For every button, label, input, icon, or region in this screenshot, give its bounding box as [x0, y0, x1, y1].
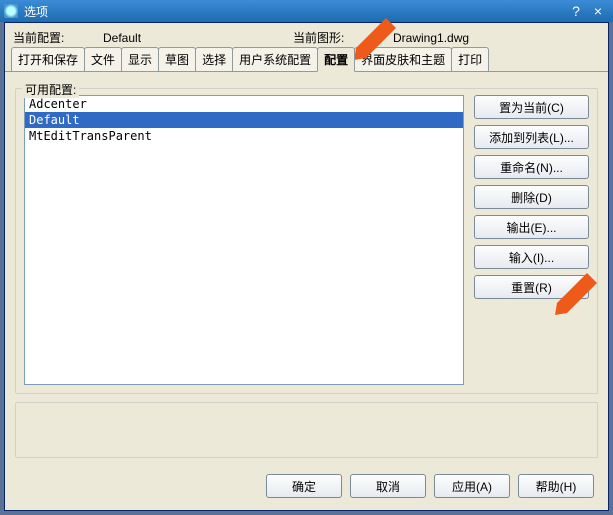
profile-buttons: 置为当前(C) 添加到列表(L)... 重命名(N)... 删除(D) 输出(E…	[474, 95, 589, 385]
app-icon	[4, 4, 18, 18]
export-button[interactable]: 输出(E)...	[474, 215, 589, 239]
tab-4[interactable]: 选择	[195, 47, 233, 71]
tab-0[interactable]: 打开和保存	[11, 47, 85, 71]
list-item[interactable]: Default	[25, 112, 463, 128]
dialog-buttons: 确定 取消 应用(A) 帮助(H)	[266, 474, 594, 498]
tab-1[interactable]: 文件	[84, 47, 122, 71]
reset-button[interactable]: 重置(R)	[474, 275, 589, 299]
window-body: 当前配置: Default 当前图形: Drawing1.dwg 打开和保存文件…	[4, 22, 609, 511]
ok-button[interactable]: 确定	[266, 474, 342, 498]
tab-6[interactable]: 配置	[317, 47, 355, 72]
profiles-listbox[interactable]: AdcenterDefaultMtEditTransParent	[24, 95, 464, 385]
cancel-button[interactable]: 取消	[350, 474, 426, 498]
help-button[interactable]: ?	[565, 4, 587, 18]
current-profile-value: Default	[103, 31, 293, 45]
delete-button[interactable]: 删除(D)	[474, 185, 589, 209]
profiles-group-label: 可用配置:	[22, 81, 79, 98]
tab-3[interactable]: 草图	[158, 47, 196, 71]
rename-button[interactable]: 重命名(N)...	[474, 155, 589, 179]
list-item[interactable]: MtEditTransParent	[25, 128, 463, 144]
current-profile-label: 当前配置:	[13, 29, 103, 46]
tab-bar: 打开和保存文件显示草图选择用户系统配置配置界面皮肤和主题打印	[5, 50, 608, 72]
import-button[interactable]: 输入(I)...	[474, 245, 589, 269]
window-title: 选项	[24, 3, 565, 20]
profiles-group: 可用配置: AdcenterDefaultMtEditTransParent 置…	[15, 88, 598, 394]
lower-group	[15, 402, 598, 458]
current-drawing-label: 当前图形:	[293, 29, 393, 46]
info-row: 当前配置: Default 当前图形: Drawing1.dwg	[5, 23, 608, 50]
close-button[interactable]: ×	[587, 4, 609, 18]
tab-7[interactable]: 界面皮肤和主题	[354, 47, 452, 71]
tab-2[interactable]: 显示	[121, 47, 159, 71]
list-item[interactable]: Adcenter	[25, 96, 463, 112]
titlebar: 选项 ? ×	[0, 0, 613, 22]
apply-button[interactable]: 应用(A)	[434, 474, 510, 498]
set-current-button[interactable]: 置为当前(C)	[474, 95, 589, 119]
tab-content: 可用配置: AdcenterDefaultMtEditTransParent 置…	[5, 72, 608, 464]
help-button-bottom[interactable]: 帮助(H)	[518, 474, 594, 498]
current-drawing-value: Drawing1.dwg	[393, 31, 469, 45]
tab-8[interactable]: 打印	[451, 47, 489, 71]
add-to-list-button[interactable]: 添加到列表(L)...	[474, 125, 589, 149]
tab-5[interactable]: 用户系统配置	[232, 47, 318, 71]
